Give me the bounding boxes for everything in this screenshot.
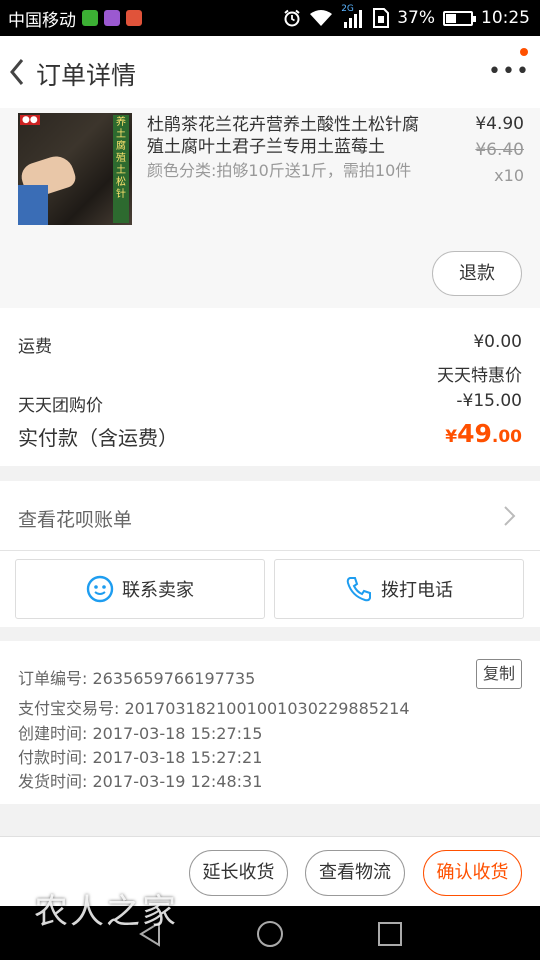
clock: 10:25 <box>481 8 530 28</box>
thumbnail-tag: ●● <box>20 115 40 125</box>
contact-seller-label: 联系卖家 <box>122 580 194 601</box>
watermark-logo: 农人之家 <box>34 892 178 932</box>
fee-summary: 运费 ¥0.00 天天特惠价 天天团购价 -¥15.00 实付款（含运费） ¥4… <box>0 308 540 466</box>
page-title: 订单详情 <box>36 61 137 90</box>
created-time: 创建时间: 2017-03-18 15:27:15 <box>18 724 263 743</box>
extend-receipt-button[interactable]: 延长收货 <box>189 850 288 896</box>
order-number: 订单编号: 2635659766197735 <box>18 669 256 688</box>
status-bar: 中国移动 2G 37% 10:25 <box>0 0 540 36</box>
group-price-value: -¥15.00 <box>456 391 522 411</box>
shipping-label: 运费 <box>18 337 52 357</box>
wifi-icon <box>310 10 333 26</box>
notification-dot <box>520 48 528 56</box>
call-phone-button[interactable]: 拨打电话 <box>274 559 524 619</box>
chevron-right-icon <box>504 506 516 526</box>
nav-recents-icon[interactable] <box>377 921 403 947</box>
contact-seller-button[interactable]: 联系卖家 <box>15 559 265 619</box>
shipping-value: ¥0.00 <box>473 332 522 352</box>
carrier-label: 中国移动 <box>8 10 76 31</box>
sim-icon <box>373 8 390 28</box>
paid-integer: 49 <box>457 419 492 448</box>
call-phone-label: 拨打电话 <box>381 580 453 601</box>
order-info: 订单编号: 2635659766197735 复制 支付宝交易号: 201703… <box>0 641 540 804</box>
paid-decimal: .00 <box>491 427 522 447</box>
paid-time: 付款时间: 2017-03-18 15:27:21 <box>18 748 263 767</box>
huabei-label: 查看花呗账单 <box>18 509 133 531</box>
battery-fill <box>446 13 456 23</box>
battery-icon <box>443 10 476 26</box>
paid-amount-value: ¥49.00 <box>445 419 522 448</box>
alarm-icon <box>284 9 300 27</box>
wechat-icon <box>82 10 98 26</box>
confirm-receipt-button[interactable]: 确认收货 <box>423 850 522 896</box>
promo-name: 天天特惠价 <box>437 366 522 386</box>
contact-bar: 联系卖家 拨打电话 <box>0 551 540 627</box>
chat-bubble-icon <box>86 575 114 603</box>
huabei-bill-row[interactable]: 查看花呗账单 <box>0 481 540 551</box>
paid-amount-label: 实付款（含运费） <box>18 426 178 450</box>
app-icon <box>126 10 142 26</box>
refund-button[interactable]: 退款 <box>432 251 522 296</box>
thumbnail-sleeve <box>18 185 48 225</box>
product-quantity: x10 <box>494 166 524 185</box>
product-sku: 颜色分类:拍够10斤送1斤，需拍10件 <box>147 161 412 180</box>
signal-icon: 2G <box>341 4 365 29</box>
more-menu-button[interactable]: ••• <box>488 52 529 92</box>
product-original-price: ¥6.40 <box>475 140 524 160</box>
back-arrow-icon[interactable] <box>4 54 32 90</box>
phone-icon <box>346 577 371 602</box>
paid-currency: ¥ <box>445 427 458 447</box>
product-card[interactable]: ●● 养土腐殖土松针 杜鹃茶花兰花卉营养土酸性土松针腐殖土腐叶土君子兰专用土蓝莓… <box>0 108 540 308</box>
product-price: ¥4.90 <box>475 114 524 134</box>
gallery-icon <box>104 10 120 26</box>
nav-home-icon[interactable] <box>256 920 284 948</box>
product-name: 杜鹃茶花兰花卉营养土酸性土松针腐殖土腐叶土君子兰专用土蓝莓土 <box>147 115 419 157</box>
top-bar: 订单详情 ••• <box>0 36 540 108</box>
product-thumbnail[interactable]: ●● 养土腐殖土松针 <box>18 113 132 225</box>
alipay-trade-number: 支付宝交易号: 2017031821001001030229885214 <box>18 699 410 718</box>
shipped-time: 发货时间: 2017-03-19 12:48:31 <box>18 772 263 791</box>
thumbnail-label: 养土腐殖土松针 <box>113 115 129 223</box>
battery-percent: 37% <box>397 8 435 28</box>
copy-order-number-button[interactable]: 复制 <box>476 659 522 689</box>
group-price-label: 天天团购价 <box>18 396 103 416</box>
view-logistics-button[interactable]: 查看物流 <box>305 850 405 896</box>
